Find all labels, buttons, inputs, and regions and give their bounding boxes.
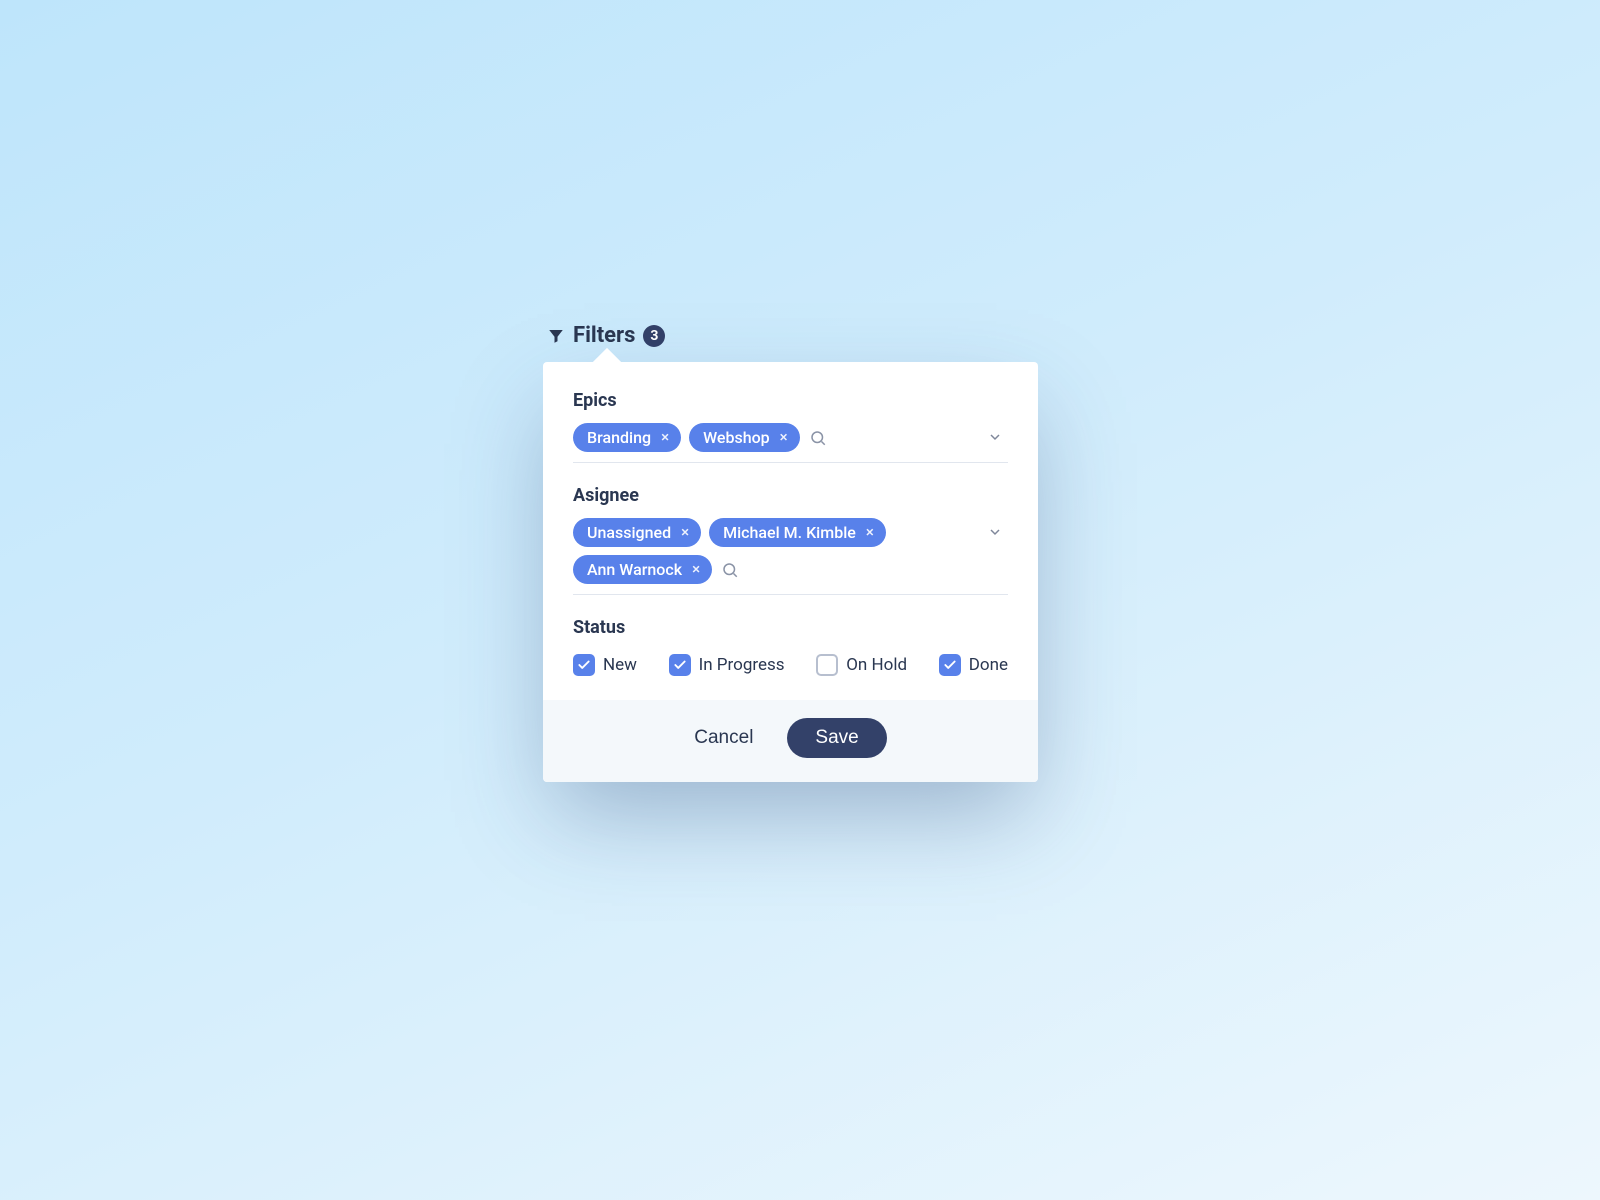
checkbox-checked-icon[interactable] (669, 654, 691, 676)
status-option[interactable]: On Hold (816, 654, 907, 676)
assignee-expand[interactable] (982, 518, 1008, 540)
epics-search-icon[interactable] (808, 428, 828, 448)
chip-label: Ann Warnock (587, 560, 682, 579)
section-assignee: Asignee Unassigned×Michael M. Kimble×Ann… (573, 485, 1008, 595)
section-status: Status New In Progress On Hold Done (573, 617, 1008, 676)
status-label: Status (573, 617, 1008, 638)
epics-chip: Branding × (573, 423, 681, 452)
section-epics: Epics Branding × Webshop × (573, 390, 1008, 463)
filter-icon (547, 327, 565, 345)
chip-remove-icon[interactable]: × (659, 430, 671, 445)
status-option[interactable]: In Progress (669, 654, 785, 676)
chip-remove-icon[interactable]: × (864, 525, 876, 540)
chip-label: Webshop (703, 428, 770, 447)
checkbox-checked-icon[interactable] (939, 654, 961, 676)
epics-label: Epics (573, 390, 1008, 411)
status-option[interactable]: New (573, 654, 637, 676)
chip-label: Branding (587, 428, 651, 447)
cancel-button[interactable]: Cancel (694, 727, 753, 749)
status-option[interactable]: Done (939, 654, 1008, 676)
chip-label: Unassigned (587, 523, 671, 542)
status-option-label: On Hold (846, 655, 907, 675)
checkbox-unchecked-icon[interactable] (816, 654, 838, 676)
status-option-label: New (603, 655, 637, 675)
assignee-label: Asignee (573, 485, 1008, 506)
assignee-search-icon[interactable] (720, 560, 740, 580)
epics-chip: Webshop × (689, 423, 800, 452)
status-option-label: Done (969, 655, 1008, 675)
filters-count-badge: 3 (643, 325, 665, 347)
filters-label: Filters (573, 323, 635, 348)
assignee-chip: Unassigned × (573, 518, 701, 547)
save-button[interactable]: Save (787, 718, 886, 758)
chip-remove-icon[interactable]: × (690, 562, 702, 577)
chip-remove-icon[interactable]: × (778, 430, 790, 445)
chip-remove-icon[interactable]: × (679, 525, 691, 540)
popover-footer: Cancel Save (543, 700, 1038, 782)
status-option-label: In Progress (699, 655, 785, 675)
chip-label: Michael M. Kimble (723, 523, 856, 542)
epics-expand[interactable] (982, 423, 1008, 445)
filters-popover: Epics Branding × Webshop × Asignee Unassign… (543, 362, 1038, 782)
checkbox-checked-icon[interactable] (573, 654, 595, 676)
assignee-chip: Michael M. Kimble × (709, 518, 886, 547)
assignee-chip: Ann Warnock × (573, 555, 712, 584)
